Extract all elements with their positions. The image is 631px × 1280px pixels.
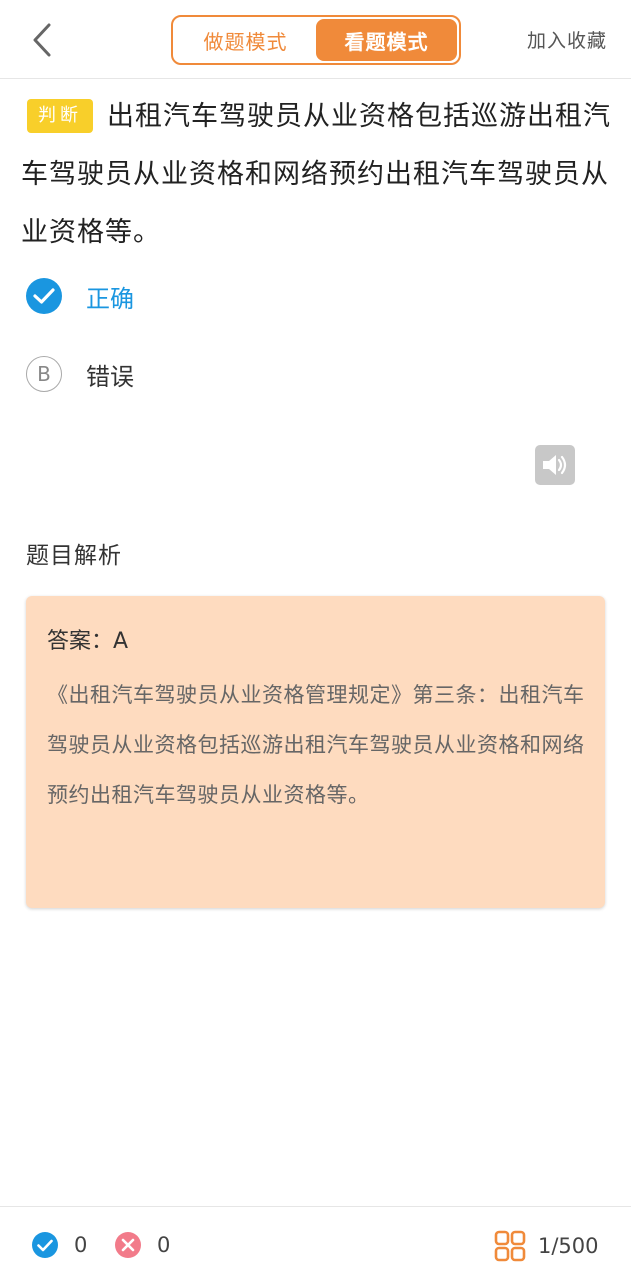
- question-type-tag: 判断: [27, 99, 93, 133]
- option-b[interactable]: B 错误: [26, 356, 134, 392]
- tab-practice-mode[interactable]: 做题模式: [175, 19, 316, 61]
- chevron-left-icon: [33, 23, 51, 57]
- question-index-button[interactable]: 1/500: [494, 1230, 599, 1262]
- option-b-label: 错误: [86, 362, 134, 391]
- check-circle-icon: [26, 278, 62, 314]
- option-a[interactable]: 正确: [26, 278, 134, 314]
- wrong-count: 0: [157, 1233, 171, 1257]
- wrong-count-stat: 0: [115, 1232, 170, 1258]
- mode-toggle: 做题模式 看题模式: [171, 15, 461, 65]
- back-button[interactable]: [22, 18, 62, 62]
- analysis-title: 题目解析: [26, 543, 122, 569]
- answer-line: 答案：A: [47, 629, 129, 654]
- speaker-icon: [543, 455, 567, 475]
- grid-icon: [494, 1230, 526, 1262]
- top-bar: 做题模式 看题模式 加入收藏: [0, 0, 631, 79]
- question-text-block: 判断 出租汽车驾驶员从业资格包括巡游出租汽车驾驶员从业资格和网络预约出租汽车驾驶员…: [21, 88, 613, 262]
- correct-count-stat: 0: [32, 1232, 87, 1258]
- tab-view-mode[interactable]: 看题模式: [316, 19, 457, 61]
- correct-count: 0: [74, 1233, 88, 1257]
- option-b-letter: B: [26, 356, 62, 392]
- x-circle-icon: [115, 1232, 141, 1258]
- explanation-text: 《出租汽车驾驶员从业资格管理规定》第三条：出租汽车驾驶员从业资格包括巡游出租汽车…: [47, 683, 585, 807]
- add-favorite-button[interactable]: 加入收藏: [527, 26, 607, 53]
- question-text: 出租汽车驾驶员从业资格包括巡游出租汽车驾驶员从业资格和网络预约出租汽车驾驶员从业…: [21, 101, 611, 248]
- audio-button[interactable]: [535, 445, 575, 485]
- progress-text: 1/500: [538, 1234, 599, 1258]
- analysis-box: 答案：A 《出租汽车驾驶员从业资格管理规定》第三条：出租汽车驾驶员从业资格包括巡…: [26, 596, 605, 908]
- check-circle-icon: [32, 1232, 58, 1258]
- bottom-bar: 0 0 1/500: [0, 1206, 631, 1280]
- option-a-label: 正确: [86, 284, 134, 313]
